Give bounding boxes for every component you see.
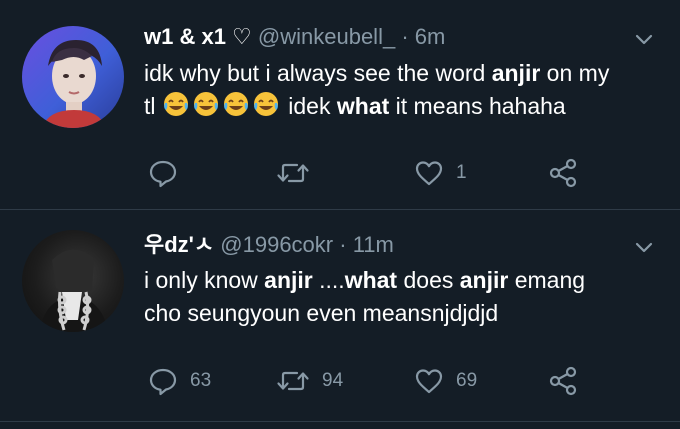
chevron-down-icon[interactable] (632, 235, 656, 259)
avatar[interactable] (22, 230, 124, 332)
timestamp[interactable]: 11m (353, 232, 394, 257)
text-segment: does (397, 267, 460, 293)
reply-count: 63 (190, 370, 212, 391)
text-segment: emang (508, 267, 586, 293)
text-segment: .... (312, 267, 345, 293)
divider (0, 421, 680, 422)
tweet-actions: 63 94 69 (0, 366, 680, 396)
reply-button[interactable]: 63 (148, 366, 211, 396)
tweet-text: i only know anjir ....what does anjir em… (144, 264, 664, 330)
retweet-icon (277, 371, 309, 391)
timeline-feed: w1 & x1 ♡ @winkeubell_ · 6m idk why but … (0, 0, 680, 429)
text-bold: anjir (264, 267, 313, 293)
text-segment: cho seungyoun even meansnjdjdjd (144, 300, 499, 326)
tweet[interactable]: 우dz'ㅅ @1996cokr · 11m i only know anjir … (0, 0, 680, 396)
like-count: 69 (456, 370, 478, 391)
reply-icon (149, 368, 177, 396)
text-bold: anjir (459, 267, 509, 293)
like-icon (415, 369, 443, 394)
retweet-button[interactable]: 94 (276, 366, 343, 396)
retweet-count: 94 (322, 370, 344, 391)
text-segment: i only know (144, 267, 265, 293)
meta-separator: · (339, 232, 347, 257)
share-button[interactable] (548, 366, 578, 396)
text-bold: what (344, 267, 398, 293)
like-button[interactable]: 69 (414, 366, 477, 396)
tweet-header: 우dz'ㅅ @1996cokr · 11m (144, 232, 394, 258)
handle[interactable]: @1996cokr (220, 232, 333, 257)
share-icon (549, 366, 577, 396)
display-name[interactable]: 우dz'ㅅ (144, 232, 214, 257)
